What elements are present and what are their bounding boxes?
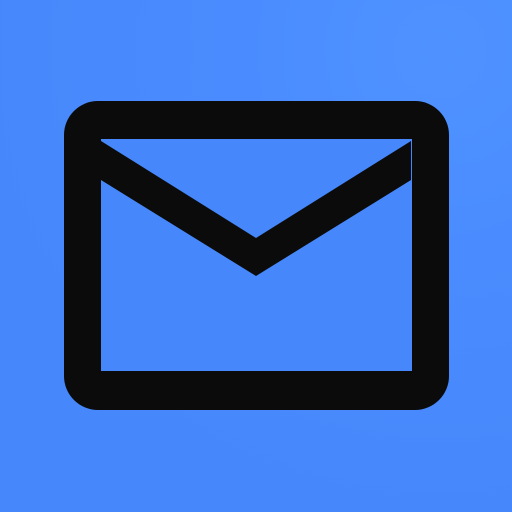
app-icon[interactable] <box>0 0 512 512</box>
mail-icon <box>0 0 512 512</box>
